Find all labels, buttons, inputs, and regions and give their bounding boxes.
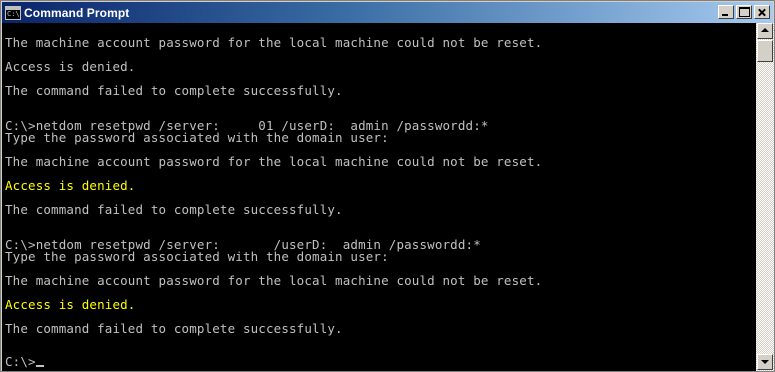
console-line: Type the password associated with the do… <box>5 249 389 264</box>
scroll-down-arrow-icon[interactable] <box>757 354 773 370</box>
console-line: Access is denied. <box>5 59 136 74</box>
scrollbar-thumb[interactable] <box>757 40 773 62</box>
window-title: Command Prompt <box>24 5 130 20</box>
console-output[interactable]: The machine account password for the loc… <box>2 23 756 371</box>
console-prompt: C:\> <box>5 354 36 369</box>
console-error-line: Access is denied. <box>5 297 136 312</box>
console-line: The machine account password for the loc… <box>5 273 543 288</box>
console-line: The command failed to complete successfu… <box>5 83 343 98</box>
title-bar[interactable]: C:\ Command Prompt <box>2 2 773 23</box>
vertical-scrollbar[interactable] <box>756 23 774 371</box>
scroll-up-arrow-icon[interactable] <box>757 23 773 39</box>
console-line: The command failed to complete successfu… <box>5 321 343 336</box>
console-line: The machine account password for the loc… <box>5 154 543 169</box>
console-line: The command failed to complete successfu… <box>5 202 343 217</box>
command-prompt-window: C:\ Command Prompt The machine account p… <box>0 0 775 372</box>
minimize-button[interactable] <box>718 5 734 19</box>
window-controls <box>718 5 770 19</box>
console-error-line: Access is denied. <box>5 178 136 193</box>
console-icon[interactable]: C:\ <box>5 5 21 20</box>
maximize-button[interactable] <box>736 5 752 19</box>
close-button[interactable] <box>754 5 770 19</box>
text-cursor <box>35 365 44 367</box>
console-line: Type the password associated with the do… <box>5 130 389 145</box>
console-prompt-line[interactable]: C:\> <box>5 354 44 369</box>
console-icon-glyph: C:\ <box>7 9 20 18</box>
console-line: The machine account password for the loc… <box>5 35 543 50</box>
